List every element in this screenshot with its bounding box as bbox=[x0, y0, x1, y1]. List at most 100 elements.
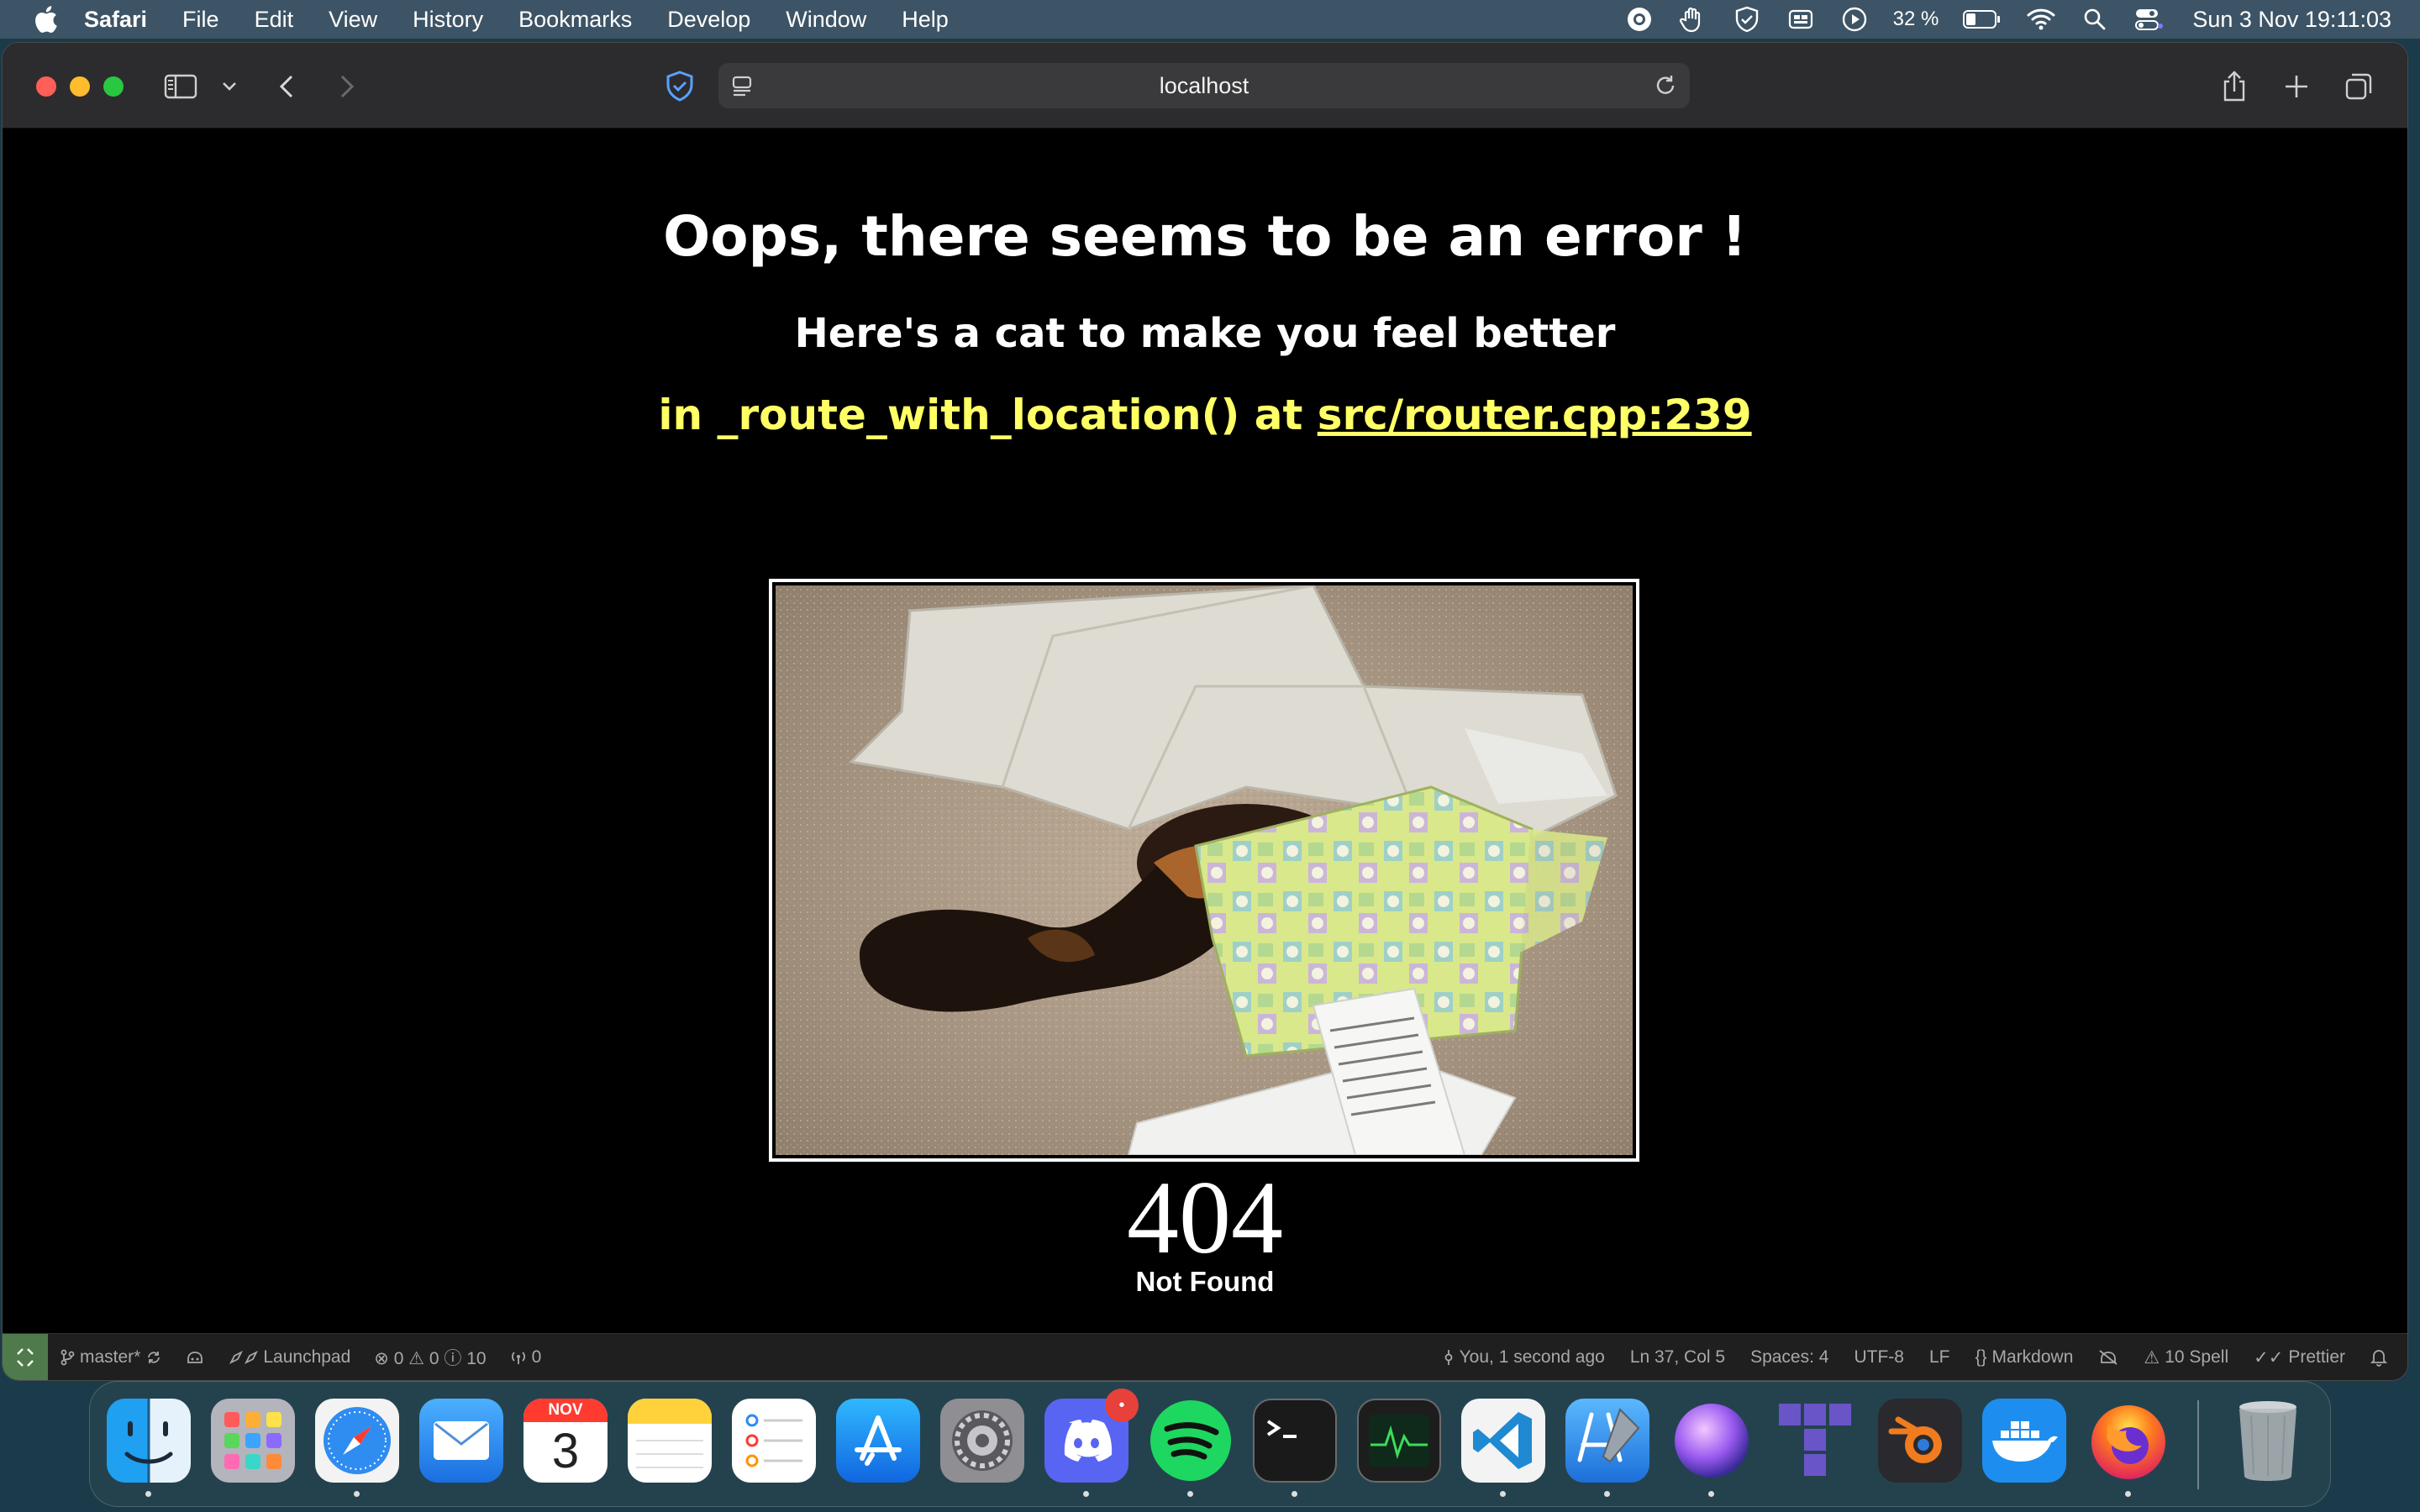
source-file-link[interactable]: src/router.cpp:239 bbox=[1318, 391, 1752, 439]
copilot-icon[interactable] bbox=[186, 1349, 204, 1366]
zoom-window-button[interactable] bbox=[103, 76, 124, 97]
dock: NOV 3 • bbox=[89, 1381, 2331, 1507]
indentation[interactable]: Spaces: 4 bbox=[1750, 1347, 1828, 1368]
menu-view[interactable]: View bbox=[329, 7, 377, 33]
vscode-icon[interactable] bbox=[1461, 1399, 1545, 1483]
back-button[interactable] bbox=[271, 68, 302, 105]
minimize-window-button[interactable] bbox=[70, 76, 90, 97]
calendar-icon[interactable]: NOV 3 bbox=[523, 1399, 608, 1483]
git-blame-label: You, 1 second ago bbox=[1459, 1347, 1605, 1367]
shield-check-icon[interactable] bbox=[1732, 4, 1762, 34]
language-label: Markdown bbox=[1991, 1347, 2074, 1367]
browser-toolbar: localhost bbox=[3, 43, 2407, 129]
wifi-icon[interactable] bbox=[2026, 4, 2056, 34]
cursor-position[interactable]: Ln 37, Col 5 bbox=[1630, 1347, 1725, 1368]
menu-file[interactable]: File bbox=[182, 7, 219, 33]
close-window-button[interactable] bbox=[36, 76, 56, 97]
menu-develop[interactable]: Develop bbox=[667, 7, 750, 33]
calendar-month: NOV bbox=[523, 1399, 608, 1422]
remote-indicator-icon[interactable] bbox=[3, 1333, 48, 1380]
notifications-bell-icon[interactable] bbox=[2370, 1348, 2387, 1367]
editor-status-bar: master* Launchpad ⊗ 0 ⚠ 0 ⓘ 10 0 You, 1 … bbox=[3, 1333, 2407, 1380]
xcode-icon[interactable] bbox=[1565, 1399, 1649, 1483]
safari-icon[interactable] bbox=[315, 1399, 399, 1483]
spotlight-search-icon[interactable] bbox=[2080, 4, 2110, 34]
ports-status[interactable]: 0 bbox=[510, 1347, 541, 1368]
new-tab-icon[interactable] bbox=[2280, 68, 2313, 105]
sidebar-toggle-icon[interactable] bbox=[162, 68, 199, 105]
play-icon[interactable] bbox=[1839, 4, 1870, 34]
status-text: Not Found bbox=[1135, 1266, 1275, 1297]
address-bar[interactable]: localhost bbox=[718, 63, 1690, 108]
cat-photo-frame bbox=[769, 579, 1639, 1162]
apple-menu-icon[interactable] bbox=[29, 3, 62, 36]
firefox-icon[interactable] bbox=[2086, 1399, 2170, 1483]
language-mode[interactable]: {} Markdown bbox=[1975, 1347, 2073, 1368]
sync-icon[interactable] bbox=[145, 1349, 162, 1366]
end-of-line[interactable]: LF bbox=[1929, 1347, 1950, 1368]
launchpad-label: Launchpad bbox=[263, 1347, 351, 1367]
calendar-day: 3 bbox=[551, 1423, 580, 1478]
git-branch[interactable]: master* bbox=[60, 1347, 162, 1368]
page-menu-icon[interactable] bbox=[730, 73, 755, 104]
discord-icon[interactable]: • bbox=[1044, 1389, 1139, 1483]
trash-icon[interactable] bbox=[2226, 1399, 2310, 1483]
share-icon[interactable] bbox=[2217, 68, 2251, 105]
terminal-icon[interactable] bbox=[1253, 1399, 1337, 1483]
tab-overview-icon[interactable] bbox=[2342, 68, 2375, 105]
status-code: 404 bbox=[1127, 1160, 1283, 1275]
privacy-shield-icon[interactable] bbox=[661, 68, 698, 105]
error-location-text: in _route_with_location() at bbox=[658, 391, 1318, 439]
problems-status[interactable]: ⊗ 0 ⚠ 0 ⓘ 10 bbox=[374, 1345, 486, 1370]
finder-icon[interactable] bbox=[107, 1399, 191, 1483]
reload-icon[interactable] bbox=[1653, 73, 1678, 104]
git-blame[interactable]: You, 1 second ago bbox=[1443, 1347, 1605, 1368]
web-page: Oops, there seems to be an error ! Here'… bbox=[3, 129, 2407, 1335]
mail-icon[interactable] bbox=[419, 1399, 503, 1483]
battery-icon[interactable] bbox=[1962, 4, 2002, 34]
menu-app-name[interactable]: Safari bbox=[84, 7, 147, 33]
record-icon[interactable] bbox=[1624, 4, 1655, 34]
notes-icon[interactable] bbox=[628, 1399, 712, 1483]
system-settings-icon[interactable] bbox=[940, 1399, 1024, 1483]
error-location: in _route_with_location() at src/router.… bbox=[3, 391, 2407, 439]
prettier-status[interactable]: ✓✓ Prettier bbox=[2254, 1347, 2345, 1368]
spotify-icon[interactable] bbox=[1149, 1399, 1233, 1483]
prettier-label: Prettier bbox=[2288, 1347, 2345, 1367]
git-branch-icon bbox=[60, 1349, 75, 1365]
hand-icon[interactable] bbox=[1678, 4, 1708, 34]
menu-clock[interactable]: Sun 3 Nov 19:11:03 bbox=[2192, 7, 2391, 33]
tableplus-icon[interactable] bbox=[1774, 1399, 1858, 1483]
copilot-disabled-icon[interactable] bbox=[2098, 1349, 2118, 1366]
menu-bar: Safari File Edit View History Bookmarks … bbox=[0, 0, 2420, 39]
dock-separator bbox=[2197, 1400, 2199, 1489]
menu-window[interactable]: Window bbox=[786, 7, 866, 33]
launchpad-icon[interactable] bbox=[211, 1399, 295, 1483]
address-text: localhost bbox=[1159, 72, 1249, 98]
chevron-down-icon[interactable] bbox=[219, 68, 239, 105]
app-store-icon[interactable] bbox=[836, 1399, 920, 1483]
commit-icon bbox=[1444, 1350, 1452, 1365]
forward-button[interactable] bbox=[332, 68, 362, 105]
git-branch-label: master* bbox=[80, 1347, 141, 1367]
control-center-icon[interactable] bbox=[2133, 4, 2164, 34]
reminders-icon[interactable] bbox=[732, 1399, 816, 1483]
menu-history[interactable]: History bbox=[413, 7, 483, 33]
keyboard-input-icon[interactable] bbox=[1786, 4, 1816, 34]
launchpad-status[interactable]: Launchpad bbox=[228, 1347, 350, 1368]
menu-help[interactable]: Help bbox=[902, 7, 949, 33]
menu-bookmarks[interactable]: Bookmarks bbox=[518, 7, 632, 33]
spell-check-status[interactable]: ⚠ 10 Spell bbox=[2144, 1347, 2228, 1368]
spell-check-label: 10 Spell bbox=[2165, 1347, 2229, 1367]
menu-edit[interactable]: Edit bbox=[255, 7, 294, 33]
braces-icon: {} bbox=[1975, 1347, 1987, 1367]
rocket-icon bbox=[229, 1350, 259, 1364]
battery-percentage: 32 % bbox=[1892, 8, 1939, 30]
file-encoding[interactable]: UTF-8 bbox=[1854, 1347, 1904, 1368]
error-subtitle: Here's a cat to make you feel better bbox=[794, 310, 1616, 357]
siri-icon[interactable] bbox=[1670, 1399, 1754, 1483]
docker-icon[interactable] bbox=[1982, 1399, 2066, 1483]
activity-monitor-icon[interactable] bbox=[1357, 1399, 1441, 1483]
cat-photo bbox=[776, 585, 1633, 1155]
blender-icon[interactable] bbox=[1878, 1399, 1962, 1483]
